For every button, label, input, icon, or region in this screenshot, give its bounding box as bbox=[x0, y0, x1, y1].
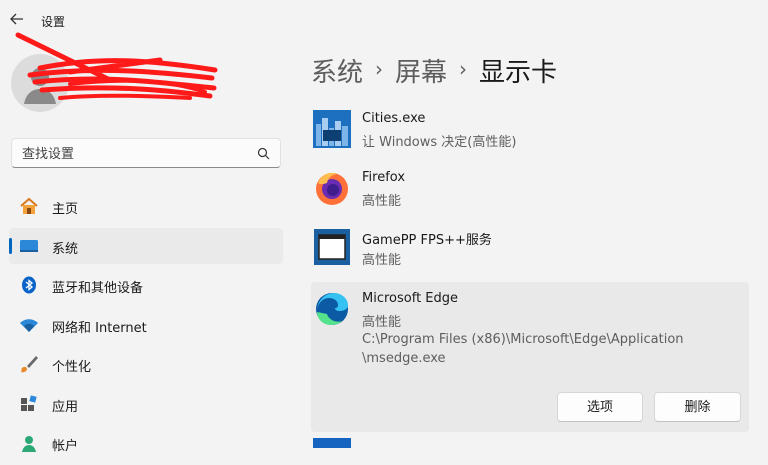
app-name: Cities.exe bbox=[362, 111, 426, 126]
list-item-partial[interactable] bbox=[313, 438, 351, 448]
window-app-icon bbox=[314, 229, 350, 265]
sidebar-item-bluetooth[interactable]: 蓝牙和其他设备 bbox=[9, 267, 283, 303]
app-path-line: C:\Program Files (x86)\Microsoft\Edge\Ap… bbox=[362, 332, 684, 347]
app-path: C:\Program Files (x86)\Microsoft\Edge\Ap… bbox=[362, 330, 692, 368]
brush-icon bbox=[21, 356, 38, 373]
breadcrumb-separator: › bbox=[375, 56, 384, 81]
gpu-preference: 高性能 bbox=[362, 194, 402, 209]
bluetooth-icon bbox=[22, 276, 36, 294]
sidebar-item-apps[interactable]: 应用 bbox=[9, 386, 283, 422]
app-list: Cities.exe 让 Windows 决定(高性能) Firefox 高性能… bbox=[311, 104, 749, 433]
sidebar-item-label: 蓝牙和其他设备 bbox=[52, 281, 144, 296]
wifi-icon bbox=[20, 318, 38, 332]
window-title: 设置 bbox=[41, 15, 66, 29]
sidebar-nav: 主页 系统 蓝牙和其他设备 网络和 Internet 个性化 应用 帐户 bbox=[9, 188, 283, 465]
account-icon bbox=[22, 436, 36, 452]
gpu-preference: 让 Windows 决定(高性能) bbox=[362, 135, 517, 150]
sidebar-item-label: 系统 bbox=[52, 241, 79, 257]
app-name: Firefox bbox=[362, 170, 406, 185]
breadcrumb-item-display[interactable]: 屏幕 bbox=[395, 52, 447, 89]
sidebar-item-network[interactable]: 网络和 Internet bbox=[9, 307, 283, 343]
search-icon[interactable] bbox=[257, 147, 270, 160]
sidebar-item-label: 应用 bbox=[52, 399, 79, 415]
sidebar-item-accounts[interactable]: 帐户 bbox=[9, 425, 283, 461]
apps-icon bbox=[21, 394, 37, 411]
sidebar-item-system[interactable]: 系统 bbox=[9, 227, 283, 264]
sidebar-item-label: 主页 bbox=[52, 202, 79, 217]
list-item[interactable]: GamePP FPS++服务 高性能 bbox=[311, 222, 749, 280]
breadcrumb: 系统 › 屏幕 › 显示卡 bbox=[311, 52, 557, 92]
delete-button[interactable]: 删除 bbox=[654, 392, 741, 422]
list-item-expanded[interactable]: Microsoft Edge 高性能 C:\Program Files (x86… bbox=[311, 282, 749, 432]
breadcrumb-item-system[interactable]: 系统 bbox=[311, 52, 363, 89]
sidebar-item-label: 帐户 bbox=[52, 439, 79, 454]
list-item[interactable]: Cities.exe 让 Windows 决定(高性能) bbox=[311, 104, 749, 162]
gpu-preference: 高性能 bbox=[362, 253, 402, 268]
avatar[interactable] bbox=[11, 54, 69, 112]
app-name: Microsoft Edge bbox=[362, 291, 459, 306]
system-icon bbox=[20, 239, 38, 252]
sidebar-item-label: 个性化 bbox=[52, 360, 92, 375]
cities-skylines-icon bbox=[313, 110, 351, 148]
app-path-line: \msedge.exe bbox=[362, 351, 446, 366]
sidebar-item-label: 网络和 Internet bbox=[52, 320, 147, 336]
breadcrumb-separator: › bbox=[459, 56, 468, 81]
sidebar-item-home[interactable]: 主页 bbox=[9, 188, 283, 224]
sidebar-item-personalization[interactable]: 个性化 bbox=[9, 346, 283, 382]
home-icon bbox=[20, 197, 38, 214]
title-bar: 设置 bbox=[0, 0, 768, 40]
search-input[interactable] bbox=[20, 143, 254, 165]
app-name: GamePP FPS++服务 bbox=[362, 233, 492, 248]
list-item[interactable]: Firefox 高性能 bbox=[311, 163, 749, 221]
firefox-icon bbox=[316, 172, 348, 205]
search-box[interactable] bbox=[11, 138, 281, 168]
edge-icon bbox=[316, 293, 348, 325]
back-arrow-icon[interactable] bbox=[8, 10, 26, 28]
gpu-preference: 高性能 bbox=[362, 315, 402, 330]
options-button[interactable]: 选项 bbox=[557, 392, 643, 422]
user-icon bbox=[24, 68, 56, 104]
page-title: 显示卡 bbox=[479, 58, 558, 88]
